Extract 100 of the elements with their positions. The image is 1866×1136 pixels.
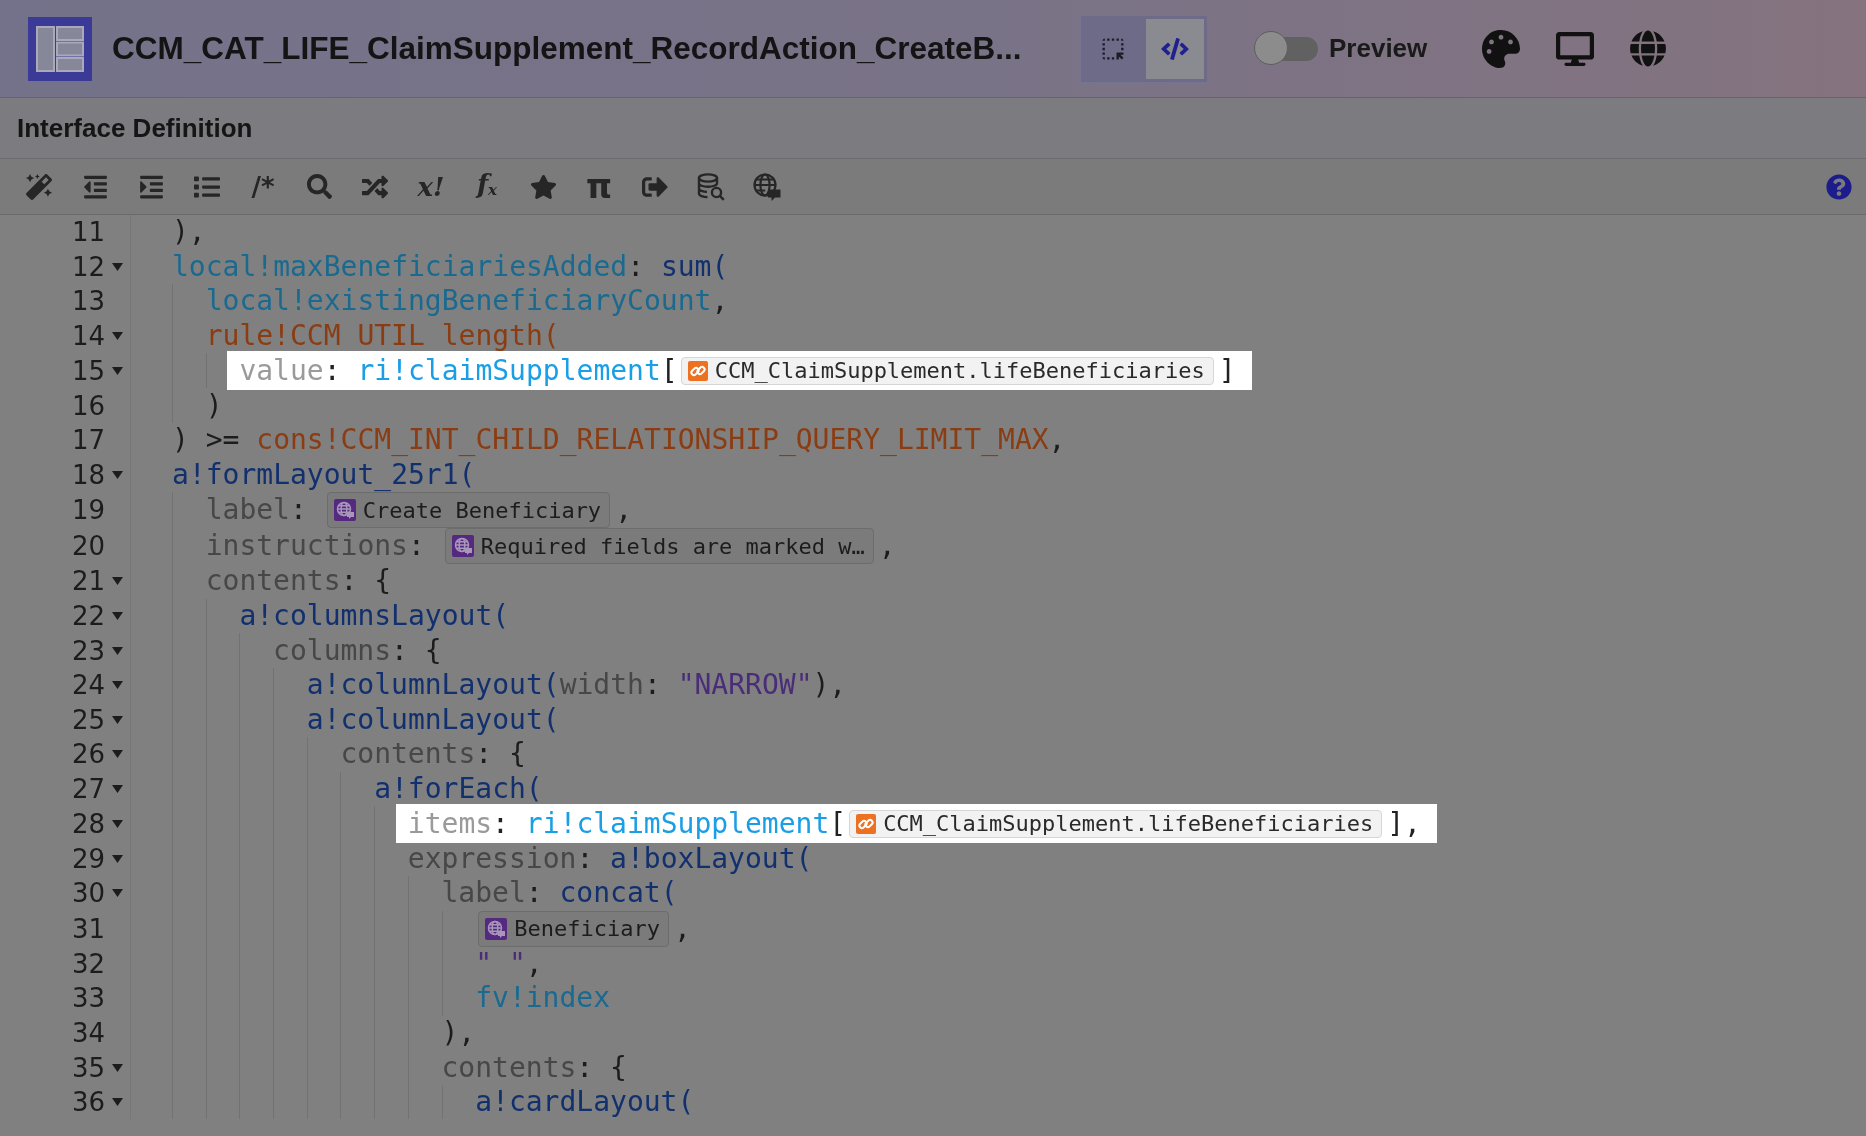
code-text: contents: { bbox=[340, 737, 526, 772]
code-text: a!forEach( bbox=[374, 772, 543, 806]
shuffle-icon[interactable] bbox=[362, 173, 388, 200]
line-number: 28 bbox=[70, 807, 105, 840]
preview-toggle[interactable] bbox=[1254, 30, 1318, 67]
line-number: 16 bbox=[70, 389, 105, 422]
line-number: 25 bbox=[70, 703, 105, 736]
fold-arrow-icon[interactable] bbox=[112, 1098, 123, 1107]
line-number: 17 bbox=[70, 424, 105, 457]
fold-arrow-icon[interactable] bbox=[112, 681, 123, 690]
line-number: 18 bbox=[70, 458, 105, 491]
translation-string-chip[interactable]: Required fields are marked w… bbox=[444, 528, 874, 565]
link-icon bbox=[687, 360, 708, 381]
record-field-chip[interactable]: CCM_ClaimSupplement.lifeBeneficiaries bbox=[680, 356, 1214, 385]
code-text: a!cardLayout( bbox=[475, 1085, 695, 1120]
indent-icon[interactable] bbox=[139, 173, 163, 200]
code-text: ) bbox=[205, 388, 223, 423]
record-field-chip[interactable]: CCM_ClaimSupplement.lifeBeneficiaries bbox=[849, 809, 1383, 838]
code-text: label: bbox=[205, 493, 308, 528]
code-text: , bbox=[878, 529, 896, 564]
line-number: 29 bbox=[70, 842, 105, 875]
globe-chat-icon bbox=[485, 917, 508, 940]
code-text: , bbox=[673, 911, 691, 946]
palette-icon[interactable] bbox=[1482, 29, 1521, 68]
fold-arrow-icon[interactable] bbox=[112, 366, 123, 375]
globe-chat-icon bbox=[451, 535, 474, 558]
fold-arrow-icon[interactable] bbox=[112, 470, 123, 479]
code-text: , bbox=[615, 493, 632, 528]
globe-chat-icon bbox=[333, 499, 356, 522]
comment-button[interactable]: /* bbox=[249, 170, 277, 203]
code-text: a!columnLayout(width: "NARROW"), bbox=[306, 668, 847, 703]
line-number: 35 bbox=[70, 1051, 105, 1084]
line-number: 31 bbox=[70, 912, 105, 945]
line-number: 21 bbox=[70, 565, 105, 598]
code-text: ) >= cons!CCM_INT_CHILD_RELATIONSHIP_QUERY_LIMIT_MAX, bbox=[172, 423, 1066, 458]
line-number: 23 bbox=[70, 634, 105, 667]
code-text: value: ri!claimSupplement[ bbox=[239, 353, 678, 388]
line-number: 30 bbox=[70, 877, 105, 910]
globe-chat-icon[interactable] bbox=[753, 172, 781, 201]
code-text: contents: { bbox=[441, 1050, 627, 1085]
layout-icon bbox=[28, 16, 92, 81]
fold-arrow-icon[interactable] bbox=[112, 819, 123, 828]
line-number: 22 bbox=[70, 600, 105, 633]
fold-arrow-icon[interactable] bbox=[112, 646, 123, 655]
fold-arrow-icon[interactable] bbox=[112, 854, 123, 863]
list-icon[interactable] bbox=[194, 173, 220, 200]
code-text: label: concat( bbox=[441, 876, 678, 911]
fold-arrow-icon[interactable] bbox=[112, 889, 123, 898]
function-button[interactable]: f$_{x}$ bbox=[474, 167, 500, 206]
translation-string-chip[interactable]: Beneficiary bbox=[478, 910, 669, 947]
magic-wand-icon[interactable] bbox=[26, 173, 52, 200]
line-number: 36 bbox=[70, 1086, 105, 1119]
line-number: 20 bbox=[70, 530, 105, 563]
search-icon[interactable] bbox=[306, 174, 332, 199]
fold-arrow-icon[interactable] bbox=[112, 262, 123, 271]
code-text: columns: { bbox=[273, 633, 442, 668]
database-search-icon[interactable] bbox=[697, 172, 725, 201]
code-text: ), bbox=[172, 215, 206, 250]
code-text: a!formLayout_25r1( bbox=[172, 457, 476, 492]
line-number: 11 bbox=[70, 216, 105, 249]
fold-arrow-icon[interactable] bbox=[112, 750, 123, 759]
line-number: 27 bbox=[70, 773, 105, 805]
code-text: local!existingBeneficiaryCount, bbox=[205, 284, 729, 319]
code-text: " ", bbox=[475, 946, 543, 981]
fold-arrow-icon[interactable] bbox=[112, 785, 123, 793]
translation-string-chip[interactable]: Create Beneficiary bbox=[326, 492, 611, 529]
code-text: expression: a!boxLayout( bbox=[407, 841, 813, 876]
document-title: CCM_CAT_LIFE_ClaimSupplement_RecordAction_CreateB... bbox=[112, 30, 1022, 67]
code-text: rule!CCM_UTIL_length( bbox=[205, 319, 560, 354]
code-text: instructions: bbox=[205, 529, 426, 564]
fold-arrow-icon[interactable] bbox=[112, 577, 123, 586]
fold-arrow-icon[interactable] bbox=[112, 612, 123, 621]
outdent-icon[interactable] bbox=[83, 173, 107, 200]
toggle-label: Preview bbox=[1329, 33, 1428, 64]
monitor-icon[interactable] bbox=[1556, 31, 1595, 66]
pi-button[interactable]: π bbox=[583, 170, 615, 203]
star-icon[interactable] bbox=[529, 174, 557, 199]
code-text: contents: { bbox=[205, 564, 392, 599]
line-number: 13 bbox=[70, 285, 105, 318]
line-number: 34 bbox=[70, 1017, 105, 1049]
fold-arrow-icon[interactable] bbox=[112, 332, 123, 341]
code-icon bbox=[1161, 37, 1189, 60]
code-text: ] bbox=[1218, 353, 1236, 388]
line-number: 19 bbox=[70, 494, 105, 527]
globe-icon[interactable] bbox=[1630, 30, 1667, 67]
code-text: a!columnLayout( bbox=[306, 702, 560, 737]
link-icon bbox=[856, 813, 877, 834]
line-number: 26 bbox=[70, 738, 105, 771]
help-icon[interactable] bbox=[1826, 173, 1852, 200]
code-mode-button[interactable] bbox=[1146, 18, 1204, 79]
panel-title: Interface Definition bbox=[17, 112, 253, 144]
fold-arrow-icon[interactable] bbox=[112, 1063, 123, 1072]
code-text: fv!index bbox=[475, 981, 611, 1016]
line-number: 14 bbox=[70, 320, 105, 353]
variable-button[interactable]: x! bbox=[415, 170, 447, 203]
line-number: 33 bbox=[70, 982, 105, 1015]
fold-arrow-icon[interactable] bbox=[112, 715, 123, 724]
line-number: 15 bbox=[70, 354, 105, 387]
code-text: ), bbox=[441, 1016, 476, 1050]
line-number: 24 bbox=[70, 669, 105, 702]
